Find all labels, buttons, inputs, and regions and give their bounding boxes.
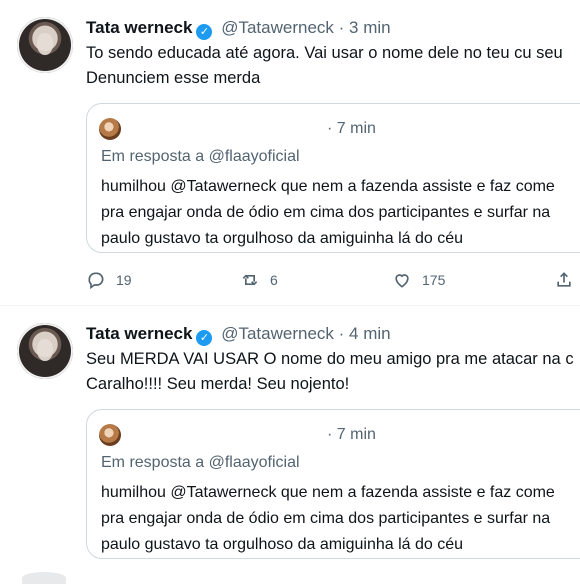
tweet-header: Tata werneck ✓ @Tatawerneck · 3 min xyxy=(86,18,391,40)
quoted-avatar xyxy=(99,118,121,140)
quoted-avatar xyxy=(99,424,121,446)
quoted-line: paulo gustavo ta orgulhoso da amiguinha … xyxy=(101,230,464,247)
separator-dot: · xyxy=(338,324,345,343)
quoted-line: pra engajar onda de ódio em cima dos par… xyxy=(101,204,551,221)
author-name[interactable]: Tata werneck xyxy=(86,324,192,343)
retweet-count: 6 xyxy=(270,272,278,288)
quoted-line: humilhou @Tatawerneck que nem a fazenda … xyxy=(101,178,555,195)
tweet-2[interactable]: Tata werneck ✓ @Tatawerneck · 4 min Seu M… xyxy=(0,306,580,580)
reply-icon xyxy=(88,272,104,290)
tweet-text-line: Seu MERDA VAI USAR O nome do meu amigo p… xyxy=(86,350,574,368)
tweet-text-line: Caralho!!!! Seu merda! Seu nojento! xyxy=(86,375,350,393)
like-count: 175 xyxy=(422,272,446,288)
share-button[interactable] xyxy=(554,270,580,290)
retweet-button[interactable]: 6 xyxy=(240,270,278,290)
retweet-icon xyxy=(242,274,258,286)
quoted-time: · 7 min xyxy=(327,426,376,443)
verified-badge-icon: ✓ xyxy=(196,330,213,346)
verified-badge-icon: ✓ xyxy=(196,24,213,40)
heart-icon xyxy=(395,274,409,288)
quoted-line: pra engajar onda de ódio em cima dos par… xyxy=(101,510,551,527)
reply-to-label[interactable]: Em resposta a @flaayoficial xyxy=(101,454,300,472)
quoted-tweet[interactable]: · 7 min Em resposta a @flaayoficial humi… xyxy=(86,103,580,253)
tweet-time[interactable]: 4 min xyxy=(349,324,391,343)
author-name[interactable]: Tata werneck xyxy=(86,18,192,37)
separator-dot: · xyxy=(338,18,345,37)
reply-to-label[interactable]: Em resposta a @flaayoficial xyxy=(101,148,300,166)
tweet-1[interactable]: Tata werneck ✓ @Tatawerneck · 3 min To se… xyxy=(0,0,580,306)
quoted-text: humilhou @Tatawerneck que nem a fazenda … xyxy=(101,174,555,252)
avatar[interactable] xyxy=(17,323,73,379)
avatar[interactable] xyxy=(17,17,73,73)
tweet-text: To sendo educada até agora. Vai usar o n… xyxy=(86,41,563,91)
tweet-text: Seu MERDA VAI USAR O nome do meu amigo p… xyxy=(86,347,574,397)
quoted-tweet[interactable]: · 7 min Em resposta a @flaayoficial humi… xyxy=(86,409,580,559)
tweet-time[interactable]: 3 min xyxy=(349,18,391,37)
reply-count: 19 xyxy=(116,272,132,288)
share-icon xyxy=(557,272,571,287)
tweet-text-line: Denunciem esse merda xyxy=(86,69,261,87)
tweet-actions: 19 6 175 xyxy=(86,270,580,298)
like-button[interactable]: 175 xyxy=(392,270,445,290)
quoted-text: humilhou @Tatawerneck que nem a fazenda … xyxy=(101,480,555,558)
quoted-line: humilhou @Tatawerneck que nem a fazenda … xyxy=(101,484,555,501)
quoted-line: paulo gustavo ta orgulhoso da amiguinha … xyxy=(101,536,464,553)
reply-button[interactable]: 19 xyxy=(86,270,132,290)
author-handle[interactable]: @Tatawerneck xyxy=(221,18,334,37)
author-handle[interactable]: @Tatawerneck xyxy=(221,324,334,343)
quoted-time: · 7 min xyxy=(327,120,376,137)
next-tweet-avatar-partial xyxy=(22,572,66,584)
tweet-header: Tata werneck ✓ @Tatawerneck · 4 min xyxy=(86,324,391,346)
tweet-text-line: To sendo educada até agora. Vai usar o n… xyxy=(86,44,563,62)
